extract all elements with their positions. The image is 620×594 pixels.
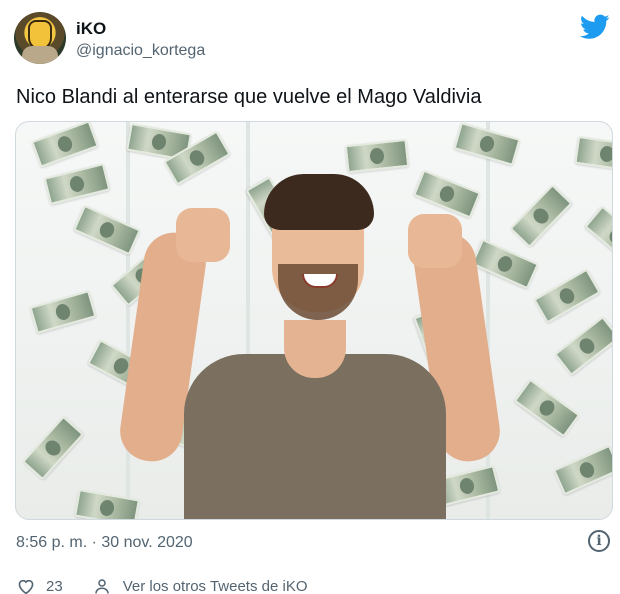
user-name[interactable]: iKO <box>76 19 106 39</box>
tweet-actions: 23 Ver los otros Tweets de iKO <box>16 576 308 594</box>
more-tweets-link[interactable]: Ver los otros Tweets de iKO <box>123 578 308 594</box>
left-fist <box>176 208 230 262</box>
info-icon[interactable]: i <box>588 530 610 552</box>
beard <box>278 264 358 320</box>
tweet-timestamp[interactable]: 8:56 p. m. · 30 nov. 2020 <box>16 534 193 552</box>
like-count[interactable]: 23 <box>46 578 63 594</box>
tweet-media-image[interactable] <box>15 121 613 520</box>
tweet-text: Nico Blandi al enterarse que vuelve el M… <box>16 86 482 108</box>
person-icon <box>94 579 109 594</box>
avatar[interactable] <box>14 12 66 64</box>
shirt <box>184 354 446 519</box>
user-handle[interactable]: @ignacio_kortega <box>76 42 205 60</box>
celebrating-man-photo <box>16 122 612 519</box>
heart-icon[interactable] <box>16 577 36 594</box>
neck <box>284 320 346 378</box>
twitter-bird-icon[interactable] <box>580 14 610 40</box>
avatar-body <box>22 46 58 64</box>
hair <box>264 174 374 230</box>
right-fist <box>408 214 462 268</box>
